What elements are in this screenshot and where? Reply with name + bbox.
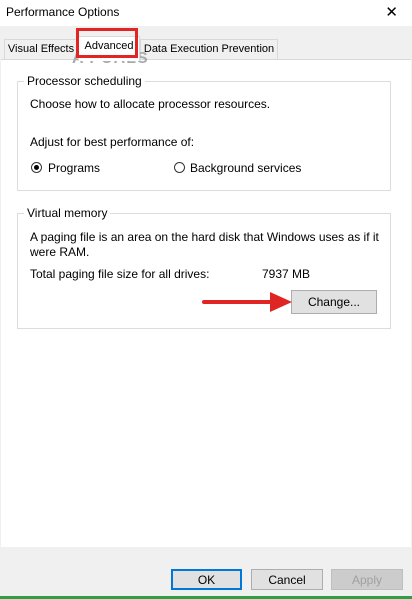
title-bar: Performance Options ✕: [0, 0, 412, 26]
ok-button[interactable]: OK: [171, 569, 242, 590]
annotation-highlight-box: [76, 28, 138, 58]
virtual-memory-description-line2: were RAM.: [30, 245, 90, 259]
arrow-annotation-icon: [202, 292, 292, 312]
window-title: Performance Options: [6, 5, 120, 19]
virtual-memory-label: Virtual memory: [24, 206, 111, 220]
tab-data-execution-prevention[interactable]: Data Execution Prevention: [140, 39, 278, 60]
virtual-memory-description-line1: A paging file is an area on the hard dis…: [30, 230, 379, 244]
processor-scheduling-label: Processor scheduling: [24, 74, 145, 88]
cancel-button[interactable]: Cancel: [251, 569, 323, 590]
advanced-tab-panel: Processor scheduling Choose how to alloc…: [1, 59, 411, 547]
background-services-radio-label[interactable]: Background services: [190, 161, 301, 175]
processor-description: Choose how to allocate processor resourc…: [30, 97, 271, 111]
tab-strip: Visual Effects Advanced Data Execution P…: [0, 36, 412, 61]
virtual-memory-group: Virtual memory A paging file is an area …: [17, 206, 391, 329]
change-button[interactable]: Change...: [291, 290, 377, 314]
tab-visual-effects[interactable]: Visual Effects: [4, 39, 78, 60]
programs-radio[interactable]: [31, 162, 42, 173]
apply-button[interactable]: Apply: [331, 569, 403, 590]
close-icon[interactable]: ✕: [385, 3, 398, 21]
total-paging-value: 7937 MB: [262, 267, 311, 281]
adjust-performance-label: Adjust for best performance of:: [30, 135, 195, 149]
background-services-radio[interactable]: [174, 162, 185, 173]
programs-radio-label[interactable]: Programs: [48, 161, 100, 175]
processor-scheduling-group: Processor scheduling Choose how to alloc…: [17, 74, 391, 191]
total-paging-label: Total paging file size for all drives:: [30, 267, 210, 281]
